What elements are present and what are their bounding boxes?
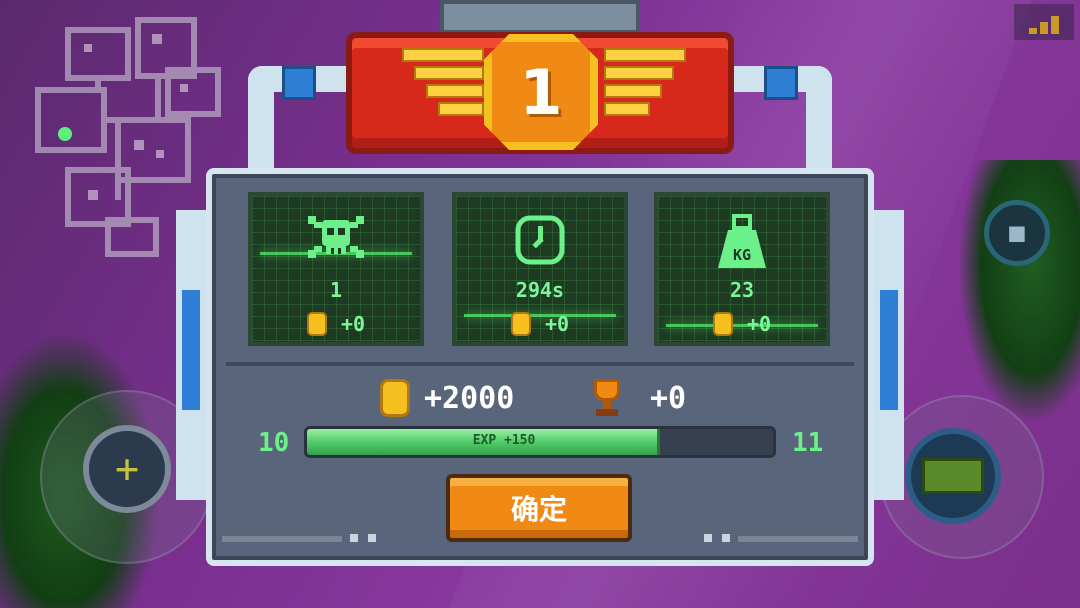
total-coins-value: +2000: [424, 380, 515, 416]
kills-reward-value: +0: [340, 312, 366, 336]
foliage-right: [960, 160, 1080, 420]
time-value: 294s: [515, 278, 565, 302]
panel-side-right: [874, 210, 904, 500]
skill-button[interactable]: ■: [984, 200, 1050, 266]
coin-icon: [510, 312, 531, 336]
weight-value: 23: [729, 278, 755, 302]
kills-value: 1: [329, 278, 343, 302]
total-trophies: +0: [590, 378, 686, 418]
character-skill-icon: ■: [1009, 218, 1025, 248]
stat-card-time: 294s +0: [452, 192, 628, 346]
attack-button[interactable]: [905, 428, 1001, 524]
pipe-cap-left: [282, 66, 316, 100]
rank-number: 1: [519, 55, 563, 129]
total-trophies-value: +0: [650, 380, 687, 416]
exp-label: EXP +150: [472, 433, 536, 448]
kills-reward: +0: [252, 312, 420, 336]
weight-icon-label: KG: [733, 246, 751, 264]
total-coins: +2000: [380, 378, 514, 418]
player-marker-icon: [58, 127, 72, 141]
skull-icon: [306, 214, 366, 270]
exp-bar: EXP +150: [304, 426, 776, 458]
clock-icon: [514, 214, 566, 276]
top-connector: [440, 0, 640, 34]
left-wing-icon: [402, 48, 484, 116]
stat-card-weight: KG 23 +0: [654, 192, 830, 346]
confirm-button[interactable]: 确定: [446, 474, 632, 542]
current-level: 10: [258, 428, 290, 458]
weight-reward-value: +0: [746, 312, 772, 336]
coin-icon: [712, 312, 733, 336]
plus-icon: +: [114, 446, 140, 492]
time-reward-value: +0: [544, 312, 570, 336]
signal-strength-icon: [1014, 4, 1074, 40]
panel-side-left: [176, 210, 206, 500]
stat-card-kills: 1 +0: [248, 192, 424, 346]
right-wing-icon: [604, 48, 686, 116]
coin-icon: [380, 379, 410, 417]
pipe-cap-right: [764, 66, 798, 100]
rank-medal: 1: [484, 34, 598, 150]
joystick-knob[interactable]: +: [83, 425, 171, 513]
trophy-icon: [590, 379, 624, 417]
coin-icon: [306, 312, 327, 336]
next-level: 11: [792, 428, 824, 458]
weight-icon: KG: [716, 214, 768, 280]
confirm-button-label: 确定: [510, 493, 567, 526]
time-reward: +0: [456, 312, 624, 336]
panel-divider: [226, 362, 854, 366]
weapon-icon: [922, 458, 984, 494]
weight-reward: +0: [658, 312, 826, 336]
panel-footer: [222, 534, 858, 546]
